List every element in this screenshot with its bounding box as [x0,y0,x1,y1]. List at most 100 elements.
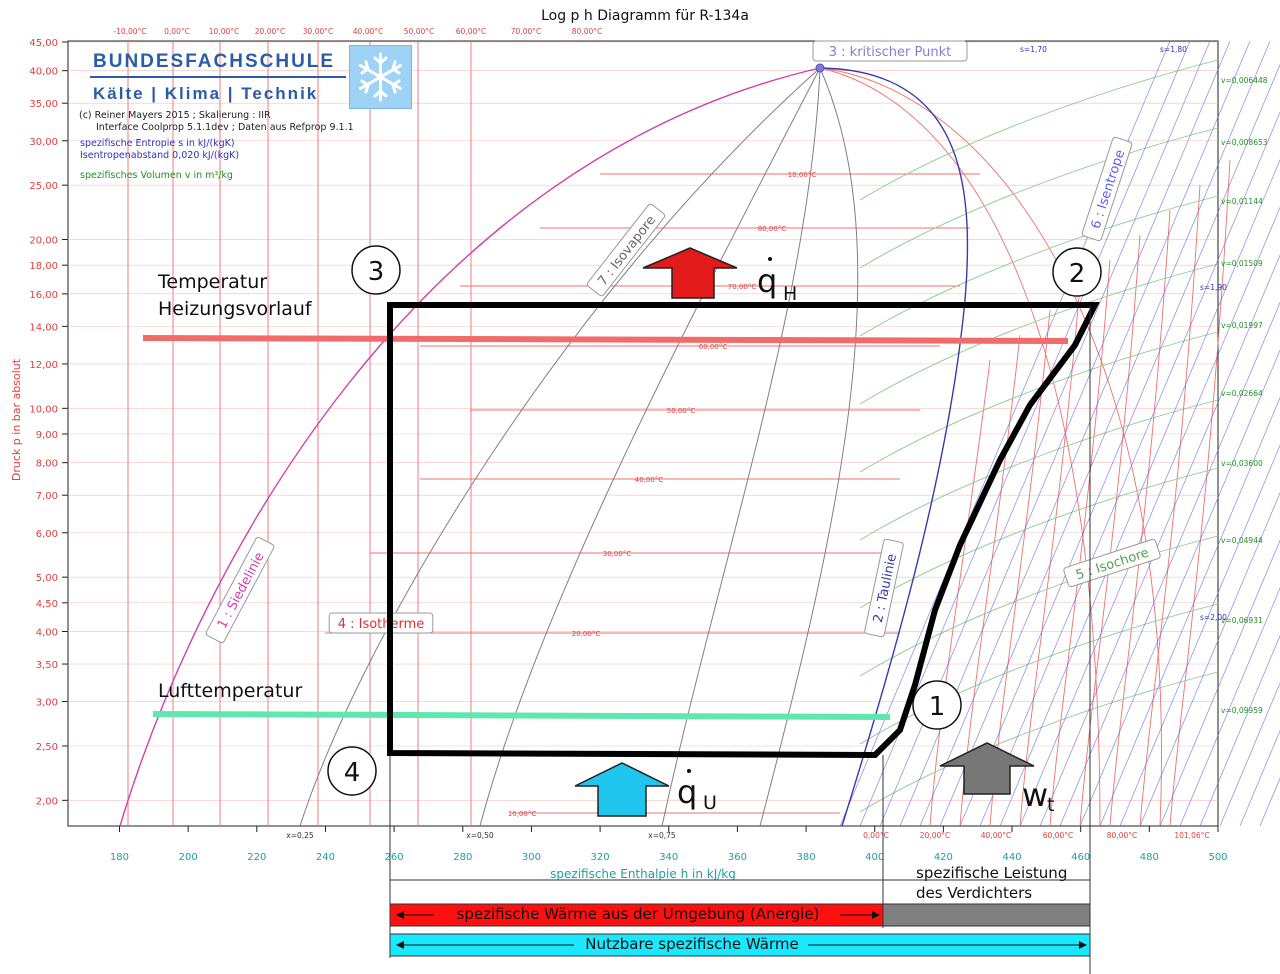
top-temp-label: 70,00°C [511,27,541,36]
wt-subscript: t [1047,794,1055,816]
top-temp-label: 60,00°C [456,27,486,36]
top-temp-label: -10,00°C [113,27,146,36]
volume-tick-label: v=0,01509 [1221,259,1263,268]
y-tick-label: 8,00 [36,459,58,470]
x-tick-label: 240 [316,852,335,863]
bottom-temp-label: 80,00°C [1107,831,1137,840]
heating-temperature-line [142,335,1069,344]
y-tick-label: 5,00 [36,573,58,584]
bottom-temp-label: 40,00°C [981,831,1011,840]
x-tick-label: 180 [110,852,129,863]
qU-subscript: U [703,792,717,814]
y-tick-label: 12,00 [29,360,58,371]
y-axis-label: Druck p in bar absolut [10,358,23,481]
quality-label: x=0,25 [286,831,314,840]
x-tick-label: 440 [1002,852,1021,863]
top-temp-label: 30,00°C [303,27,333,36]
x-axis-label: spezifische Enthalpie h in kJ/kg [550,867,736,881]
bottom-temp-label: 101,06°C [1174,831,1209,840]
entropy-tick-label: s=1,80 [1160,45,1187,54]
top-temp-label: 40,00°C [353,27,383,36]
label-isotherme-text: 4 : Isotherme [338,617,425,632]
isotherm-label: 10,00°C [508,810,537,818]
state-point-3: 3 [351,245,401,295]
y-tick-label: 10,00 [29,404,58,415]
quality-label: x=0,75 [648,831,676,840]
qH-symbol: q [757,262,778,300]
state-point-1-label: 1 [929,692,946,722]
state-point-3-label: 3 [368,257,385,287]
compressor-label-2: des Verdichters [916,884,1033,902]
air-temp-label: Lufttemperatur [158,680,303,702]
top-temp-label: 0,00°C [164,27,190,36]
air-temperature-line [152,711,891,720]
volume-tick-label: v=0,008653 [1221,138,1268,147]
qU-symbol: q [677,773,698,811]
useful-heat-label: Nutzbare spezifische Wärme [585,935,799,953]
isotherm-label: 60,00°C [699,343,728,351]
compressor-label-1: spezifische Leistung [916,864,1068,882]
isotherm-label: 50,00°C [667,407,696,415]
chart-title: Log p h Diagramm für R-134a [541,8,749,24]
top-temp-label: 80,00°C [572,27,602,36]
isotherm-label: 70,00°C [728,283,757,291]
y-tick-label: 40,00 [29,67,58,78]
y-tick-label: 3,50 [36,660,58,671]
y-tick-label: 16,00 [29,290,58,301]
y-tick-label: 4,00 [36,628,58,639]
y-tick-label: 6,00 [36,529,58,540]
x-tick-label: 280 [453,852,472,863]
bottom-temp-label: 60,00°C [1043,831,1073,840]
x-tick-label: 300 [522,852,541,863]
isotherm-label: 20,00°C [572,630,601,638]
x-tick-label: 260 [385,852,404,863]
volume-tick-label: v=0,006448 [1221,76,1268,85]
y-tick-label: 9,00 [36,430,58,441]
volume-tick-label: v=0,03600 [1221,459,1263,468]
logo-rule [90,76,346,78]
state-point-1: 1 [912,680,962,730]
y-tick-label: 14,00 [29,322,58,333]
wt-symbol: w [1022,776,1049,814]
anergie-label: spezifische Wärme aus der Umgebung (Aner… [456,905,820,923]
bottom-temp-label: 20,00°C [920,831,950,840]
volume-label: spezifisches Volumen v in m³/kg [80,170,233,181]
isotherm-label: 80,00°C [758,225,787,233]
y-tick-label: 35,00 [29,99,58,110]
y-tick-label: 4,50 [36,599,58,610]
x-tick-label: 360 [728,852,747,863]
state-point-4: 4 [327,746,377,796]
volume-tick-label: v=0,01144 [1221,197,1263,206]
y-tick-label: 7,00 [36,491,58,502]
x-tick-label: 480 [1140,852,1159,863]
bottom-temp-label: 0,00°C [863,831,889,840]
x-tick-label: 200 [179,852,198,863]
state-point-2: 2 [1052,247,1102,297]
volume-tick-label: v=0,06931 [1221,616,1263,625]
critical-point-marker [815,63,825,73]
entropy-label: spezifische Entropie s in kJ/(kgK) [80,138,235,149]
state-point-2-label: 2 [1069,259,1086,289]
y-tick-label: 20,00 [29,236,58,247]
volume-tick-label: v=0,02664 [1221,389,1263,398]
entropy-tick-label: s=1,90 [1200,283,1227,292]
heating-temp-label-2: Heizungsvorlauf [158,298,312,320]
y-tick-label: 45,00 [29,38,58,49]
y-tick-label: 25,00 [29,181,58,192]
y-tick-label: 3,00 [36,698,58,709]
x-tick-label: 460 [1071,852,1090,863]
top-temp-label: 10,00°C [209,27,239,36]
x-tick-label: 380 [797,852,816,863]
plot-frame [67,40,1219,827]
work-bar [882,903,1091,927]
qH-subscript: H [783,283,798,305]
credit-text: (c) Reiner Mayers 2015 ; Skalierung : II… [79,110,271,121]
x-tick-label: 220 [247,852,266,863]
x-tick-label: 420 [934,852,953,863]
interface-text: Interface Coolprop 5.1.1dev ; Daten aus … [96,122,354,133]
quality-label: x=0,50 [466,831,494,840]
top-temp-label: 20,00°C [255,27,285,36]
snowflake-icon [349,45,412,109]
isotherm-label: 40,00°C [635,476,664,484]
heating-temp-label-1: Temperatur [158,271,268,293]
